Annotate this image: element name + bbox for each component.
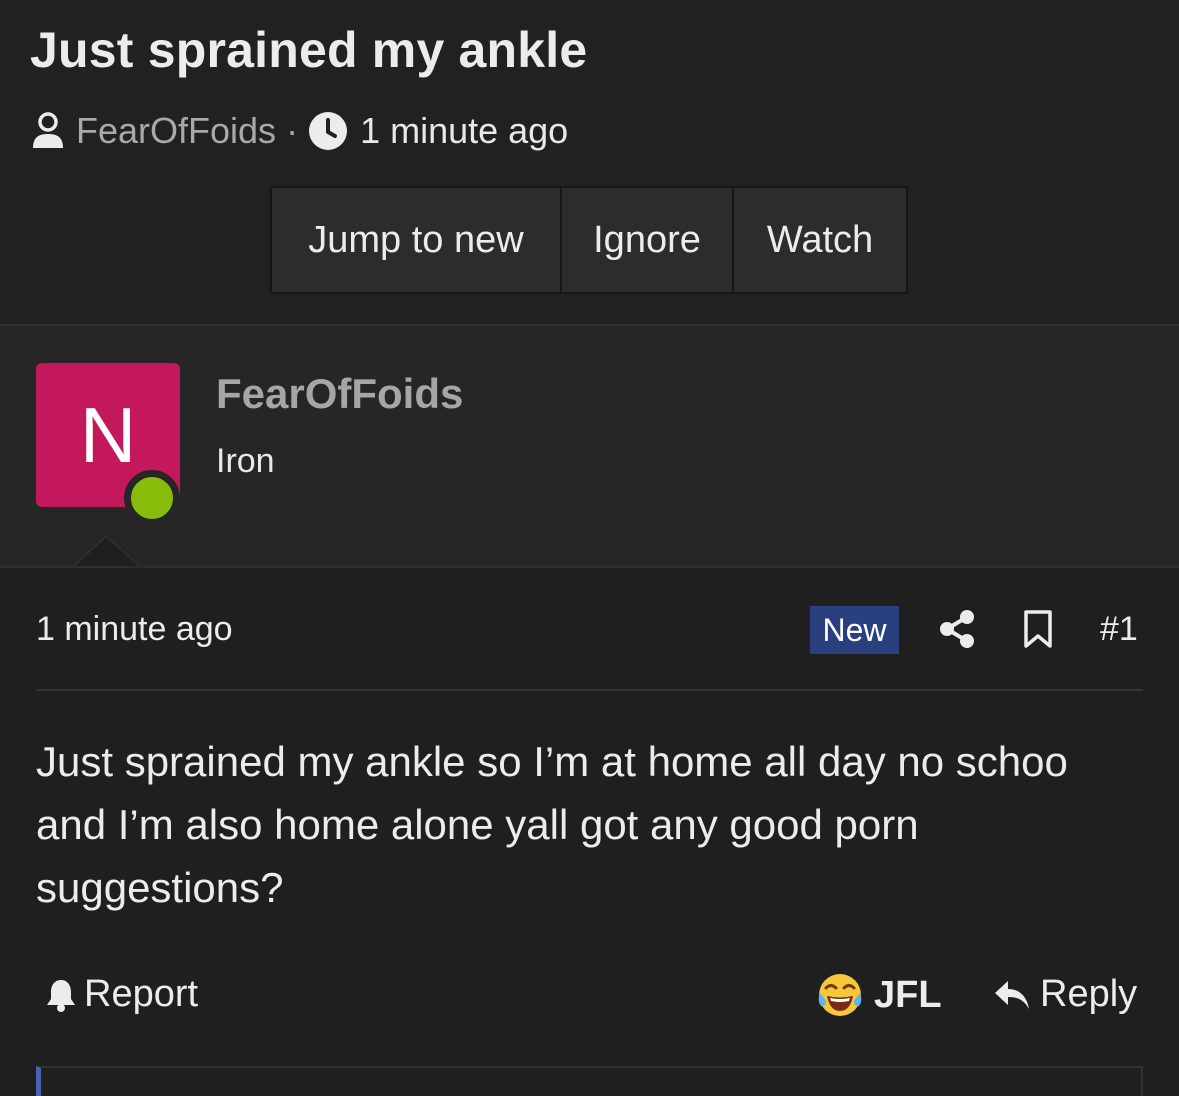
- post-username[interactable]: FearOfFoids: [216, 370, 463, 418]
- bell-icon: [47, 979, 75, 1012]
- user-block-divider: [0, 566, 1179, 568]
- user-block-pointer: [72, 534, 143, 569]
- jump-to-new-button[interactable]: Jump to new: [272, 188, 562, 292]
- post-footer: Report JFL Reply: [0, 965, 1179, 1023]
- meta-separator: ·: [286, 110, 299, 151]
- thread-header: Just sprained my ankle FearOfFoids · 1 m…: [0, 0, 1179, 325]
- online-status-indicator: [124, 470, 180, 526]
- post-divider: [36, 689, 1143, 691]
- report-label: Report: [84, 973, 199, 1015]
- reply-arrow-icon: [995, 980, 1029, 1009]
- reaction-button[interactable]: JFL: [816, 971, 942, 1019]
- reaction-label: JFL: [874, 973, 942, 1016]
- user-icon: [33, 112, 63, 148]
- bookmark-icon[interactable]: [1022, 609, 1054, 649]
- reply-label: Reply: [1040, 973, 1138, 1015]
- tears-of-joy-emoji-icon: [818, 974, 862, 1016]
- new-badge: New: [810, 606, 899, 654]
- watch-button[interactable]: Watch: [734, 188, 906, 292]
- post-user-block: N FearOfFoids Iron: [0, 326, 1179, 568]
- user-rank: Iron: [216, 442, 275, 480]
- report-button[interactable]: Report: [44, 973, 198, 1016]
- thread-action-buttons: Jump to new Ignore Watch: [270, 186, 908, 294]
- share-icon[interactable]: [938, 609, 976, 649]
- reply-button[interactable]: Reply: [992, 973, 1137, 1016]
- clock-icon: [309, 112, 348, 150]
- thread-meta: FearOfFoids · 1 minute ago: [30, 108, 568, 154]
- ignore-button[interactable]: Ignore: [562, 188, 734, 292]
- post-time[interactable]: 1 minute ago: [36, 610, 233, 649]
- post-body: Just sprained my ankle so I’m at home al…: [36, 738, 1068, 911]
- post-number-link[interactable]: #1: [1100, 610, 1138, 649]
- thread-time[interactable]: 1 minute ago: [360, 110, 568, 152]
- thread-page: Just sprained my ankle FearOfFoids · 1 m…: [0, 0, 1179, 1096]
- thread-title: Just sprained my ankle: [30, 22, 588, 78]
- thread-author-link[interactable]: FearOfFoids: [76, 110, 276, 152]
- reply-box[interactable]: [36, 1066, 1143, 1096]
